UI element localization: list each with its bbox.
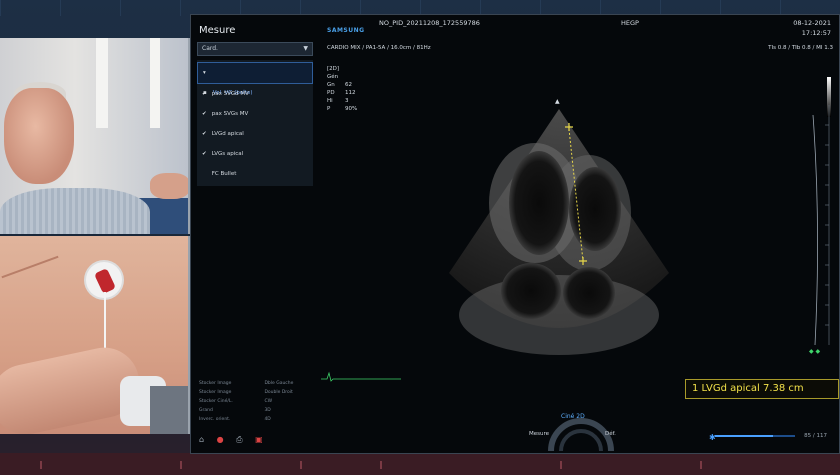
menu-item-label: LVGd apical [211,131,244,137]
depth-scale: ◆ ◆ [809,105,830,355]
exam-date: 08-12-2021 [793,19,831,27]
sector-marker-icon: ▲ [555,98,560,105]
ultrasound-screen: Mesure Card. ▼ ▾ ▪ Vol. VG (boîte) ✔ pax… [190,14,840,454]
param-value: 3 [345,98,349,104]
ecg-trace [321,371,401,382]
param-key: P [327,106,331,112]
patient-id: NO_PID_20211208_172559786 [379,19,480,27]
menu-item-label: pax SVGs MV [211,111,249,117]
bottom-toolbar: ⌂ ● ⎙ ▣ [199,435,273,445]
param-key: Gén [327,74,339,80]
left-ventricle [509,151,569,255]
shortcut-item: Double Droit [264,390,293,395]
shortcut-item: 4D [264,417,271,422]
param-value: 112 [345,90,356,96]
menu-item-pax-svgs[interactable]: ✔ pax SVGs MV [197,104,313,124]
home-icon[interactable]: ⌂ [199,435,204,444]
shortcut-item: CW [264,399,273,404]
frame-count: 85 / 117 [804,433,827,439]
thermal-index: TIs 0.8 / TIb 0.8 / MI 1.3 [768,45,833,51]
cine-progress[interactable] [715,435,795,437]
shortcut-item: Stocker Image [199,381,232,386]
dial-left-label: Mesure [529,431,550,437]
menu-item-label: LVGs apical [211,151,244,157]
menu-item-label: FC Bullet [211,171,237,177]
measure-menu: Mesure Card. ▼ ▾ ▪ Vol. VG (boîte) ✔ pax… [195,23,315,191]
package-select-value: Card. [202,45,218,52]
param-key: [2D] [327,66,340,72]
check-icon: ✔ [202,131,207,137]
menu-item-lvgd-apical[interactable]: ✔ LVGd apical [197,124,313,144]
menu-item-label: pax SVGd MV [211,91,249,97]
record-icon[interactable]: ● [217,435,224,444]
right-atrium [563,267,615,319]
shortcut-item: 3D [264,408,271,413]
shortcut-item: Stocker Image [199,390,232,395]
shortcut-item: Dble Gauche [264,381,294,386]
echo-image[interactable]: ▲ [439,93,679,373]
param-key: Hi [327,98,333,104]
left-atrium [501,263,561,319]
check-icon: ✔ [202,151,207,157]
menu-item-lvgs-apical[interactable]: ✔ LVGs apical [197,144,313,164]
menu-item-fc-bullet[interactable]: FC Bullet [197,164,313,184]
menu-item-vol-vg[interactable]: ▾ ▪ Vol. VG (boîte) [197,62,313,96]
package-select[interactable]: Card. ▼ [197,42,313,56]
param-key: PD [327,90,335,96]
cine-progress-fill [715,435,773,437]
probe-settings: CARDIO MIX / PA1-5A / 16.0cm / 81Hz [327,45,431,51]
param-value: 90% [345,106,358,112]
param-key: Gn [327,82,335,88]
right-ventricle [569,167,621,251]
save-icon[interactable]: ▣ [255,435,263,444]
dial-right-label: Déf. [605,431,616,437]
shortcut-legend: Stocker Image Stocker Image Stocker Ciné… [199,379,328,424]
measure-list: ▾ ▪ Vol. VG (boîte) ✔ pax SVGd MV ✔ pax … [197,60,313,186]
measurement-result: 1 LVGd apical 7.38 cm [685,379,839,399]
patient-camera-view [0,38,190,234]
svg-text:◆ ◆: ◆ ◆ [809,348,821,355]
cine-label: Ciné 2D [561,413,585,420]
check-icon: ✔ [202,111,207,117]
imaging-params: [2D] Gén Gn 62 PD 112 Hi 3 P 90% [327,65,357,113]
brand-logo: SAMSUNG [327,27,365,34]
chevron-down-icon: ▼ [303,45,308,52]
shortcut-item: Grand [199,408,213,413]
menu-title: Mesure [199,25,236,36]
param-value: 62 [345,82,352,88]
institution-name: HEGP [621,19,639,27]
print-icon[interactable]: ⎙ [236,435,242,444]
exam-time: 17:12:57 [801,29,831,37]
check-icon: ✔ [202,91,207,97]
background-footer [0,453,840,475]
probe-camera-view [0,236,190,434]
menu-item-pax-svgd[interactable]: ✔ pax SVGd MV [197,84,313,104]
shortcut-item: Stocker Ciné/L. [199,399,233,404]
shortcut-item: Inverc. orient. [199,417,231,422]
